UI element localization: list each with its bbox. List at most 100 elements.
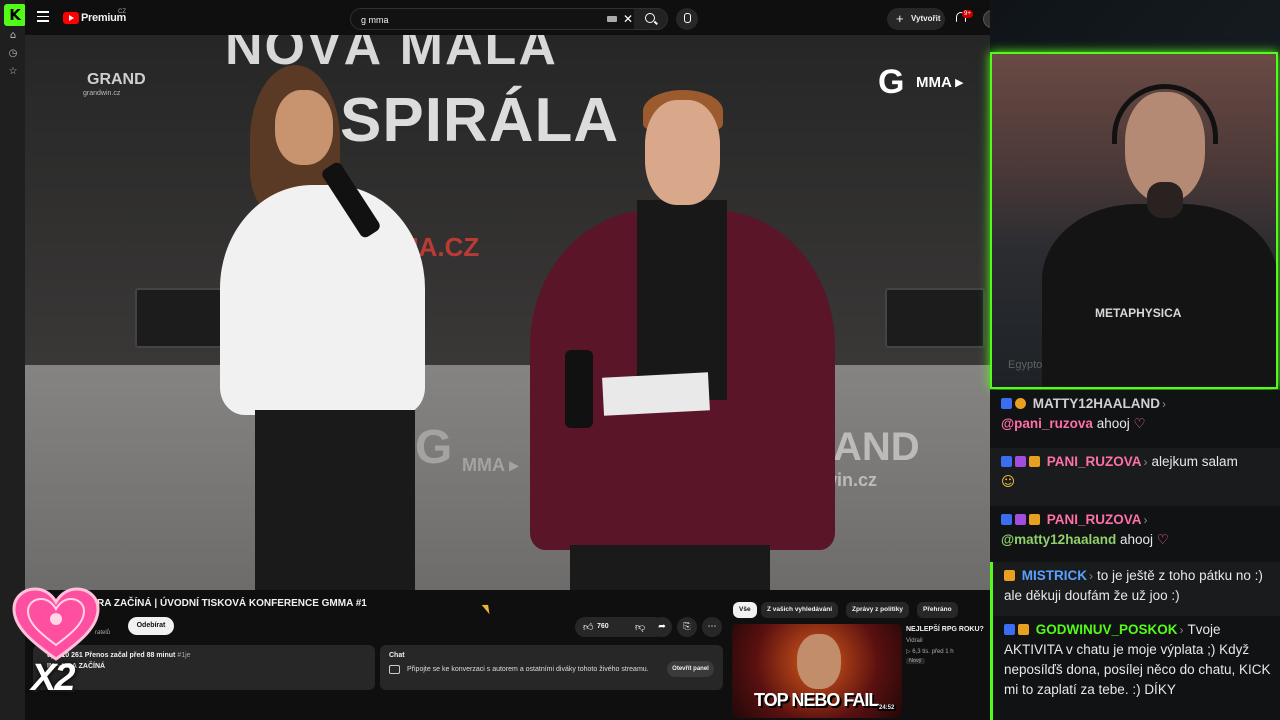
recommended-channel[interactable]: Vidrail: [906, 638, 923, 644]
clear-search-icon[interactable]: ✕: [623, 12, 633, 26]
smile-emote-icon: ☺: [1001, 474, 1016, 490]
new-badge: Nový: [906, 658, 925, 664]
chat-username[interactable]: GODWINUV_POSKOK: [1036, 622, 1178, 637]
banner-text-main: SPIRÁLA: [340, 86, 620, 155]
thumbs-up-icon[interactable]: 👍︎: [583, 621, 593, 633]
chat-username[interactable]: PANI_RUZOVA: [1047, 512, 1142, 527]
streamer-shirt: [1042, 204, 1276, 387]
heart-emote-icon: ♡: [1156, 532, 1169, 548]
video-duration: 24:52: [877, 705, 897, 711]
chat-username[interactable]: PANI_RUZOVA: [1047, 454, 1142, 469]
thumbs-down-icon[interactable]: 👎︎: [635, 621, 645, 633]
chat-text: ahooj: [1116, 532, 1154, 547]
multiplier-overlay: X2: [31, 657, 76, 699]
chat-mention[interactable]: @matty12haaland: [1001, 532, 1116, 547]
chat-message: MATTY12HAALAND › @pani_ruzova ahooj ♡: [1001, 396, 1167, 432]
thumbnail-face: [797, 634, 841, 689]
share-icon[interactable]: ➦: [652, 617, 672, 637]
badge-icon: [1015, 398, 1026, 409]
badge-icon: [1029, 514, 1040, 525]
menu-icon[interactable]: [37, 11, 49, 23]
notifications-badge: 9+: [962, 10, 973, 18]
faded-chat-text: Egypto: [1008, 359, 1043, 371]
chip-all[interactable]: Vše: [733, 602, 757, 618]
badge-icon: [1001, 514, 1012, 525]
chat-bubble-icon: [389, 665, 400, 674]
badge-icon: [1029, 456, 1040, 467]
search-input[interactable]: [361, 13, 591, 27]
kick-chat: MATTY12HAALAND › @pani_ruzova ahooj ♡ PAN…: [990, 390, 1280, 720]
chat-message: MISTRICK › to je ještě z toho pátku no :) …: [990, 562, 1280, 616]
shirt-print: METAPHYSICA: [1095, 306, 1182, 320]
microphone-man: [565, 350, 593, 428]
badge-icon: [1004, 570, 1015, 581]
search-icon: [645, 13, 655, 23]
gmma-logo-g: G: [878, 63, 905, 101]
like-count[interactable]: 760: [597, 623, 609, 630]
streamer-beard: [1147, 182, 1183, 218]
desk-logo-mma: MMA ▸: [462, 455, 519, 475]
youtube-logo-icon[interactable]: [63, 12, 79, 24]
chat-title: Chat: [389, 652, 405, 659]
grand-logo-url: grandwin.cz: [83, 90, 121, 97]
thumbnail-text: TOP NEBO FAIL: [754, 690, 879, 710]
subscribe-button[interactable]: Odebírat: [128, 617, 174, 635]
voice-search-button[interactable]: [676, 8, 698, 30]
gmma-logo-text: MMA ▸: [916, 74, 963, 91]
keyboard-icon[interactable]: [607, 16, 617, 22]
kick-logo[interactable]: K: [4, 4, 26, 26]
dj-mixer-right: [885, 288, 985, 348]
badge-icon: [1001, 398, 1012, 409]
grand-logo: GRAND: [87, 71, 146, 88]
recommended-title[interactable]: NEJLEPŠÍ RPG ROKU?: [906, 626, 984, 633]
create-label: Vytvořit: [911, 14, 941, 23]
open-chat-panel-button[interactable]: Otevřít panel: [667, 661, 714, 677]
hashtag[interactable]: #1je: [177, 652, 190, 659]
chat-description: Připojte se ke konverzaci s autorem a os…: [407, 666, 649, 673]
headset-icon: [1112, 84, 1218, 144]
badge-icon: [1001, 456, 1012, 467]
live-chat-box: Chat Připojte se ke konverzaci s autorem…: [380, 645, 723, 690]
brand-region: CZ: [118, 9, 126, 15]
chat-text: ahooj: [1092, 416, 1130, 431]
chat-message: GODWINUV_POSKOK › Tvoje AKTIVITA v chatu j…: [990, 616, 1280, 720]
search-box: ✕: [350, 8, 660, 30]
banner-text-top: NOVÁ MALÁ: [225, 35, 558, 76]
presenter-man-pants: [570, 545, 770, 590]
recommended-thumbnail[interactable]: TOP NEBO FAIL 24:52: [732, 624, 902, 718]
streamer-webcam: METAPHYSICA Egypto: [990, 52, 1278, 389]
chip-politics-news[interactable]: Zprávy z politiky: [846, 602, 909, 618]
youtube-topbar: Premium CZ ✕ + Vytvořit 9+: [25, 0, 1010, 38]
desk-logo-g: G: [415, 421, 453, 474]
badge-icon: [1018, 624, 1029, 635]
chat-message: PANI_RUZOVA › alejkum salam ☺: [990, 448, 1280, 506]
chip-from-searches[interactable]: Z vašich vyhledávání: [761, 602, 839, 618]
presenter-woman-pants: [255, 410, 415, 590]
more-icon[interactable]: ⋯: [702, 617, 722, 637]
chat-mention[interactable]: @pani_ruzova: [1001, 416, 1093, 431]
video-info-panel: RA ZAČÍNÁ | ÚVODNÍ TISKOVÁ KONFERENCE GM…: [25, 590, 730, 720]
recommended-meta: ▷ 6,3 tis. před 1 h: [906, 649, 954, 655]
heart-emote-icon: [12, 587, 100, 661]
home-icon[interactable]: ⌂: [7, 30, 19, 42]
presenter-woman-face: [275, 90, 333, 165]
chat-text: alejkum salam: [1151, 454, 1238, 469]
paper-sheet: [602, 372, 710, 416]
heart-emote-icon: ♡: [1133, 416, 1146, 432]
history-icon[interactable]: ◷: [7, 48, 19, 60]
video-player[interactable]: NOVÁ MALÁ SPIRÁLA MA.CZ GRAND grandwin.c…: [25, 35, 990, 590]
save-icon[interactable]: ⎘: [677, 617, 697, 637]
badge-icon: [1015, 514, 1026, 525]
recommendations-panel: Vše Z vašich vyhledávání Zprávy z politi…: [730, 598, 990, 720]
video-title: RA ZAČÍNÁ | ÚVODNÍ TISKOVÁ KONFERENCE GM…: [97, 598, 367, 609]
search-button[interactable]: [634, 8, 668, 30]
presenter-woman-shirt: [220, 185, 425, 415]
create-button[interactable]: + Vytvořit: [887, 8, 945, 30]
presenter-man-shirt: [637, 200, 727, 400]
chat-message: PANI_RUZOVA › @matty12haaland ahooj ♡: [1001, 512, 1169, 548]
star-icon[interactable]: ☆: [7, 66, 19, 78]
chat-username[interactable]: MISTRICK: [1022, 568, 1087, 583]
chip-played[interactable]: Přehráno: [917, 602, 958, 618]
plus-icon: +: [896, 11, 904, 26]
chat-username[interactable]: MATTY12HAALAND: [1033, 396, 1160, 411]
